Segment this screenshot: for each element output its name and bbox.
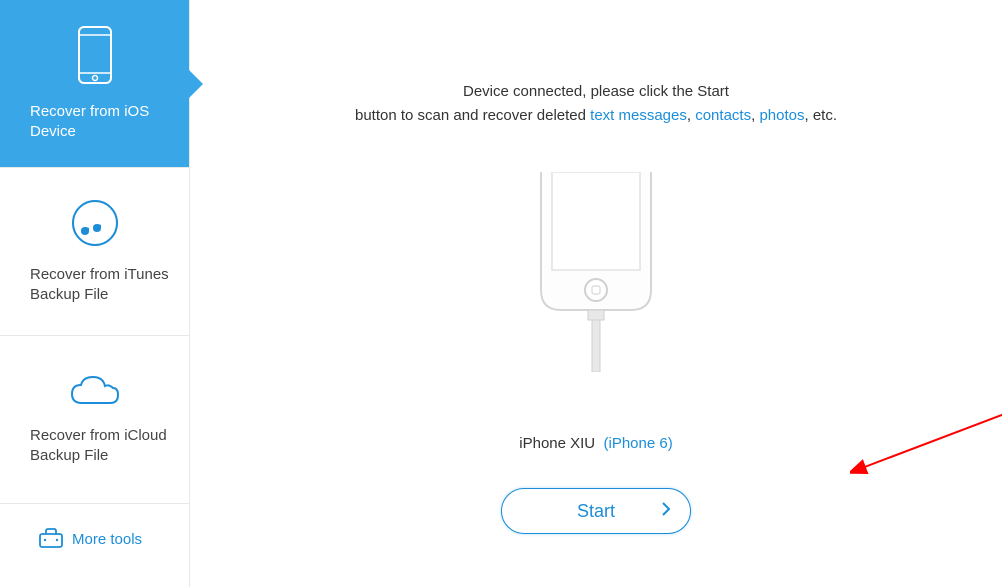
device-model: (iPhone 6) <box>604 435 673 452</box>
start-button[interactable]: Start <box>501 488 691 534</box>
link-photos[interactable]: photos <box>759 107 804 124</box>
start-button-label: Start <box>577 501 615 522</box>
itunes-icon <box>70 198 120 253</box>
instruction-text: Device connected, please click the Start… <box>355 80 837 128</box>
cloud-icon <box>67 373 123 414</box>
sidebar: Recover from iOS Device Recover from iTu… <box>0 0 190 587</box>
sidebar-item-more-tools[interactable]: More tools <box>0 504 189 576</box>
sidebar-item-icloud[interactable]: Recover from iCloud Backup File <box>0 336 189 504</box>
sidebar-item-label: More tools <box>72 530 142 550</box>
toolbox-icon <box>38 527 64 554</box>
sidebar-item-itunes[interactable]: Recover from iTunes Backup File <box>0 168 189 336</box>
link-contacts[interactable]: contacts <box>695 107 751 124</box>
instruction-line1: Device connected, please click the Start <box>355 80 837 104</box>
sidebar-item-ios-device[interactable]: Recover from iOS Device <box>0 0 189 168</box>
device-name-row: iPhone XIU (iPhone 6) <box>519 435 672 452</box>
main-panel: Device connected, please click the Start… <box>190 0 1002 587</box>
chevron-right-icon <box>660 501 672 522</box>
phone-icon <box>77 25 113 90</box>
link-text-messages[interactable]: text messages <box>590 107 687 124</box>
instruction-line2: button to scan and recover deleted text … <box>355 104 837 128</box>
sidebar-item-label: Recover from iTunes Backup File <box>10 265 179 306</box>
device-name: iPhone XIU <box>519 435 595 452</box>
device-illustration <box>526 172 666 377</box>
annotation-arrow <box>850 398 1002 493</box>
sidebar-item-label: Recover from iOS Device <box>10 102 179 143</box>
sidebar-item-label: Recover from iCloud Backup File <box>10 426 179 467</box>
